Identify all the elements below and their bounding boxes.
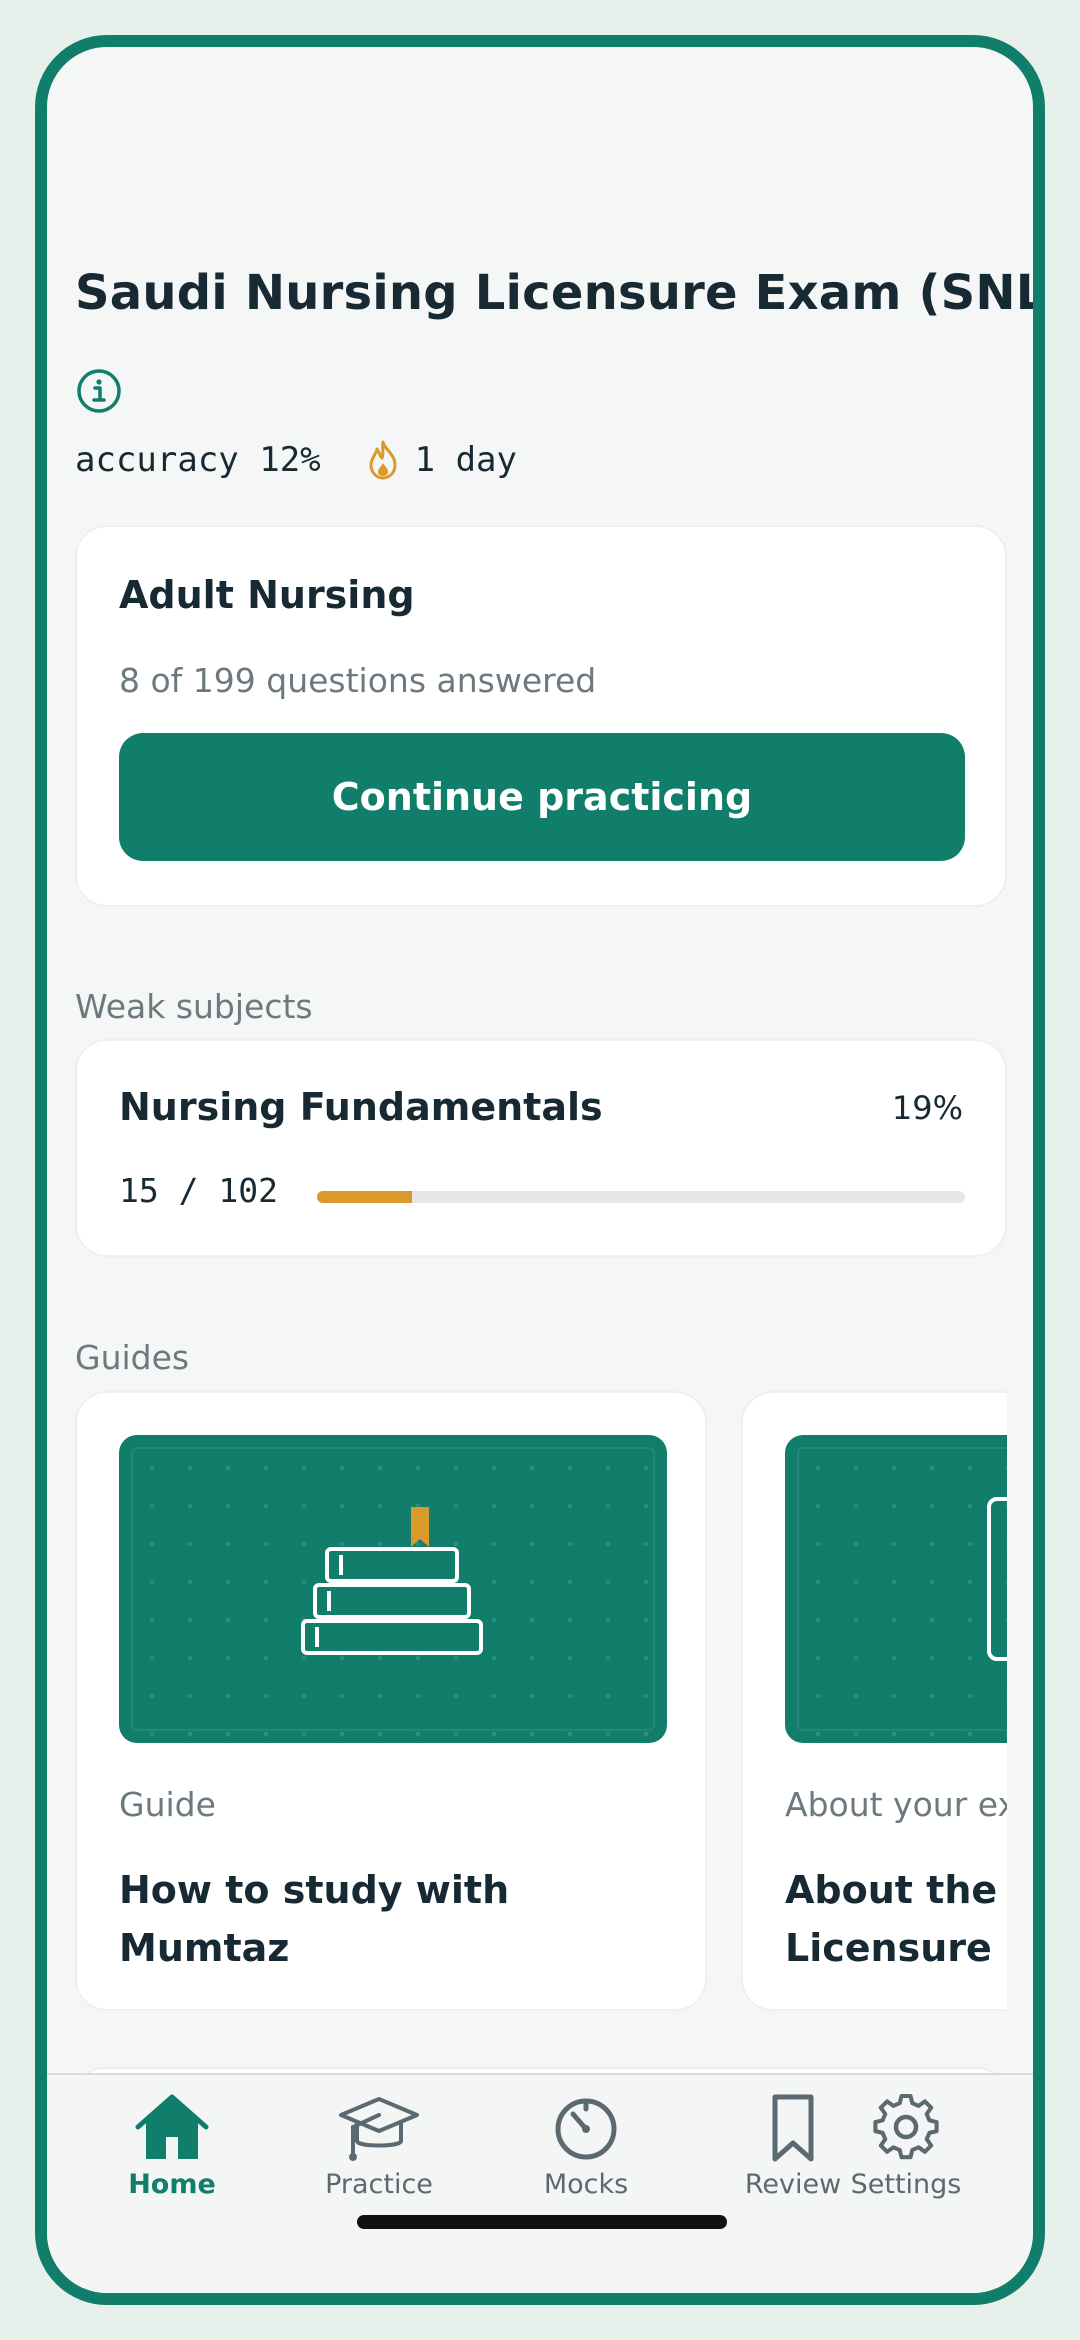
guide-image (785, 1435, 1007, 1743)
weak-subject-progress-track (317, 1191, 965, 1203)
streak-text: 1 day (414, 440, 517, 480)
info-icon[interactable] (75, 367, 123, 415)
weak-subject-name: Nursing Fundamentals (119, 1085, 603, 1129)
guide-image (119, 1435, 667, 1743)
tab-practice[interactable]: Practice (294, 2089, 464, 2209)
home-indicator (357, 2215, 727, 2229)
weak-subject-count: 15 / 102 (119, 1171, 278, 1210)
weak-subjects-label: Weak subjects (75, 987, 313, 1026)
tab-home[interactable]: Home (87, 2089, 257, 2209)
guide-kicker: Guide (119, 1785, 216, 1824)
bottom-tab-bar: Home Practice Mocks Review Settings (47, 2073, 1033, 2293)
home-icon (135, 2094, 209, 2159)
tab-mocks-label: Mocks (543, 2169, 629, 2200)
tab-home-label: Home (128, 2169, 216, 2200)
continue-card: Adult Nursing 8 of 199 questions answere… (75, 525, 1007, 907)
tab-settings[interactable]: Settings (821, 2089, 991, 2209)
stats-row: accuracy 12% 1 day (75, 439, 517, 481)
weak-subject-percent: 19% (891, 1089, 963, 1127)
guide-title: About the Saudi Nursing Licensure Exam (785, 1868, 1007, 1970)
device-frame: Saudi Nursing Licensure Exam (SNLE) accu… (35, 35, 1045, 2305)
guide-card[interactable]: Guide How to study with Mumtaz (75, 1391, 707, 2011)
tab-mocks[interactable]: Mocks (501, 2089, 671, 2209)
tab-settings-label: Settings (850, 2169, 962, 2200)
continue-progress-text: 8 of 199 questions answered (119, 661, 597, 700)
home-screen: Saudi Nursing Licensure Exam (SNLE) accu… (47, 47, 1033, 2293)
gear-icon (873, 2093, 939, 2160)
guides-carousel[interactable]: Guide How to study with Mumtaz About you… (75, 1391, 1007, 2021)
accuracy-text: accuracy 12% (75, 440, 321, 480)
guide-title: How to study with Mumtaz (119, 1868, 510, 1970)
graduation-cap-icon (339, 2097, 419, 2161)
tab-practice-label: Practice (325, 2169, 433, 2200)
continue-practicing-button[interactable]: Continue practicing (119, 733, 965, 861)
weak-subject-progress-fill (317, 1191, 413, 1203)
guide-card[interactable]: About your exam About the Saudi Nursing … (741, 1391, 1007, 2011)
book-stack-icon (301, 1507, 483, 1655)
document-icon (987, 1497, 1007, 1661)
flame-icon (369, 440, 397, 480)
guide-kicker: About your exam (785, 1785, 1007, 1824)
timer-icon (555, 2098, 617, 2160)
weak-subject-card[interactable]: Nursing Fundamentals 19% 15 / 102 (75, 1039, 1007, 1257)
guides-label: Guides (75, 1338, 190, 1377)
continue-subject-title: Adult Nursing (119, 573, 415, 617)
page-title: Saudi Nursing Licensure Exam (SNLE) (75, 265, 1045, 321)
